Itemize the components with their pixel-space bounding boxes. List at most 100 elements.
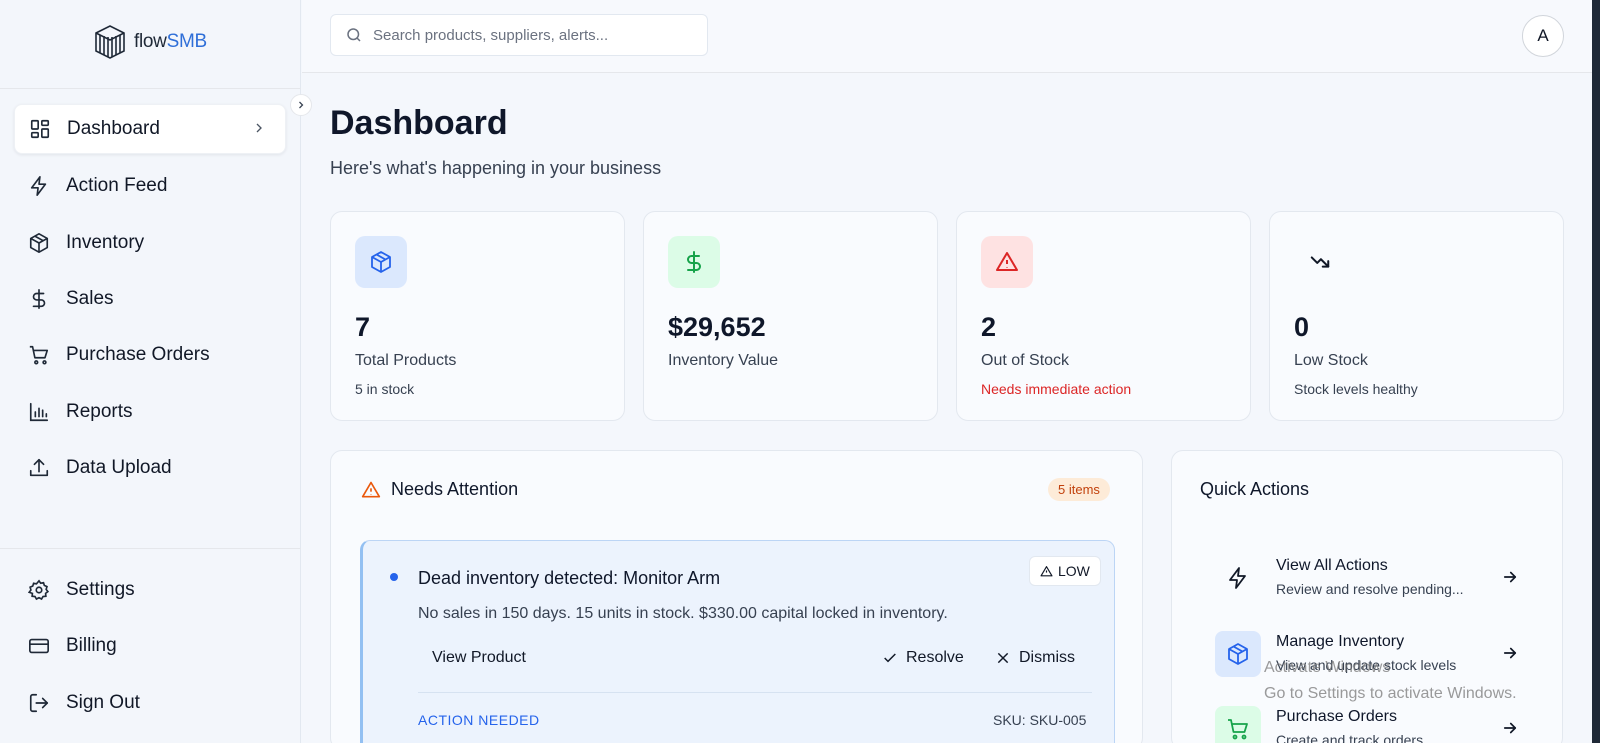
search-bar[interactable] bbox=[330, 14, 708, 56]
sidebar-item-dashboard[interactable]: Dashboard bbox=[14, 104, 286, 154]
alert-title: Dead inventory detected: Monitor Arm bbox=[418, 568, 721, 588]
search-icon bbox=[347, 28, 361, 42]
sidebar-item-sales[interactable]: Sales bbox=[14, 274, 286, 324]
button-label: Resolve bbox=[906, 649, 964, 666]
severity-label: LOW bbox=[1058, 563, 1090, 579]
sidebar-item-purchase-orders[interactable]: Purchase Orders bbox=[14, 330, 286, 380]
view-product-button[interactable]: View Product bbox=[432, 649, 526, 667]
sidebar-item-reports[interactable]: Reports bbox=[14, 387, 286, 437]
chevron-right-icon bbox=[251, 120, 267, 141]
alert-triangle-icon bbox=[981, 236, 1033, 288]
stat-value: 2 bbox=[981, 312, 997, 342]
box-icon bbox=[28, 232, 50, 254]
quick-action-purchase-orders[interactable]: Purchase Orders Create and track orders bbox=[1215, 701, 1535, 743]
sidebar-item-action-feed[interactable]: Action Feed bbox=[14, 161, 286, 211]
stat-note: Stock levels healthy bbox=[1294, 381, 1418, 397]
sidebar-item-label: Settings bbox=[66, 579, 135, 600]
divider bbox=[418, 692, 1092, 693]
trending-down-icon bbox=[1294, 236, 1346, 288]
quick-action-view-all-actions[interactable]: View All Actions Review and resolve pend… bbox=[1215, 550, 1535, 606]
arrow-right-icon bbox=[1501, 568, 1519, 591]
chevron-right-icon bbox=[299, 101, 304, 109]
sidebar-item-label: Dashboard bbox=[67, 118, 160, 139]
stat-label: Low Stock bbox=[1294, 352, 1368, 369]
sidebar-item-label: Inventory bbox=[66, 232, 145, 253]
quick-action-description: Create and track orders bbox=[1276, 732, 1424, 743]
lightning-icon bbox=[1215, 555, 1261, 601]
box-icon bbox=[355, 236, 407, 288]
stat-card-out-of-stock: 2 Out of Stock Needs immediate action bbox=[956, 211, 1251, 421]
stat-card-inventory-value: $29,652 Inventory Value bbox=[643, 211, 938, 421]
sidebar-item-inventory[interactable]: Inventory bbox=[14, 218, 286, 268]
search-input[interactable] bbox=[373, 26, 693, 44]
stat-note: Needs immediate action bbox=[981, 381, 1132, 397]
brand-name: flowSMB bbox=[134, 31, 207, 53]
button-label: View Product bbox=[432, 649, 526, 666]
logo-mark-icon bbox=[95, 25, 125, 59]
stat-label: Out of Stock bbox=[981, 352, 1070, 369]
sidebar-divider bbox=[0, 88, 301, 89]
severity-badge: LOW bbox=[1029, 556, 1101, 586]
layout-grid-icon bbox=[29, 118, 51, 140]
button-label: Dismiss bbox=[1019, 649, 1075, 666]
quick-action-label: View All Actions bbox=[1276, 557, 1388, 574]
stat-value: $29,652 bbox=[668, 312, 766, 342]
needs-attention-header: Needs Attention bbox=[361, 479, 518, 500]
quick-action-description: Review and resolve pending... bbox=[1276, 581, 1464, 597]
stat-label: Total Products bbox=[355, 352, 457, 369]
box-icon bbox=[1215, 631, 1261, 677]
sidebar-item-sign-out[interactable]: Sign Out bbox=[14, 678, 286, 728]
panel-title: Needs Attention bbox=[391, 479, 519, 499]
sidebar-collapse-button[interactable] bbox=[290, 94, 312, 116]
stat-value: 7 bbox=[355, 312, 371, 342]
user-avatar[interactable]: A bbox=[1522, 15, 1564, 57]
gear-icon bbox=[28, 579, 50, 601]
page-title: Dashboard bbox=[330, 104, 508, 142]
count-badge: 5 items bbox=[1048, 478, 1110, 501]
watermark-line-2: Go to Settings to activate Windows. bbox=[1264, 685, 1517, 702]
cart-icon bbox=[1215, 706, 1261, 743]
panel-title: Quick Actions bbox=[1200, 479, 1310, 499]
stat-label: Inventory Value bbox=[668, 352, 778, 369]
brand-name-suffix: SMB bbox=[166, 31, 208, 52]
stat-value: 0 bbox=[1294, 312, 1310, 342]
arrow-right-icon bbox=[1501, 719, 1519, 742]
sidebar-item-settings[interactable]: Settings bbox=[14, 565, 286, 615]
needs-attention-panel: Needs Attention 5 items Dead inventory d… bbox=[330, 450, 1143, 743]
page-subtitle: Here's what's happening in your business bbox=[330, 158, 662, 178]
scrollbar[interactable] bbox=[1592, 0, 1600, 743]
alert-status: ACTION NEEDED bbox=[418, 712, 540, 728]
sign-out-icon bbox=[28, 692, 50, 714]
sidebar-item-label: Data Upload bbox=[66, 457, 172, 478]
dismiss-button[interactable]: Dismiss bbox=[995, 649, 1075, 667]
bar-chart-icon bbox=[28, 401, 50, 423]
alert-description: No sales in 150 days. 15 units in stock.… bbox=[418, 605, 948, 622]
resolve-button[interactable]: Resolve bbox=[882, 649, 964, 667]
os-activation-watermark: Activate Windows Go to Settings to activ… bbox=[1264, 655, 1517, 707]
alert-sku: SKU: SKU-005 bbox=[993, 712, 1087, 728]
alert-triangle-icon bbox=[1040, 565, 1053, 576]
sidebar-divider bbox=[0, 548, 301, 549]
quick-action-label: Purchase Orders bbox=[1276, 708, 1397, 725]
sidebar-item-billing[interactable]: Billing bbox=[14, 621, 286, 671]
top-bar: A bbox=[302, 0, 1592, 73]
sidebar-item-label: Reports bbox=[66, 401, 133, 422]
brand-logo[interactable]: flowSMB bbox=[92, 22, 207, 62]
dollar-icon bbox=[28, 288, 50, 310]
upload-icon bbox=[28, 457, 50, 479]
stat-note: 5 in stock bbox=[355, 381, 415, 397]
close-icon bbox=[997, 652, 1009, 664]
alert-triangle-icon bbox=[361, 481, 381, 497]
sidebar-item-label: Sales bbox=[66, 288, 114, 309]
cart-icon bbox=[28, 344, 50, 366]
quick-action-label: Manage Inventory bbox=[1276, 633, 1405, 650]
watermark-line-1: Activate Windows bbox=[1264, 659, 1391, 676]
sidebar-item-label: Action Feed bbox=[66, 175, 168, 196]
sidebar-item-data-upload[interactable]: Data Upload bbox=[14, 443, 286, 493]
sidebar-item-label: Billing bbox=[66, 635, 117, 656]
sidebar: flowSMB Dashboard Action Feed Inventory … bbox=[0, 0, 301, 743]
check-icon bbox=[884, 653, 896, 663]
alert-item[interactable]: Dead inventory detected: Monitor Arm LOW… bbox=[360, 540, 1115, 743]
stat-card-low-stock: 0 Low Stock Stock levels healthy bbox=[1269, 211, 1564, 421]
dollar-icon bbox=[668, 236, 720, 288]
